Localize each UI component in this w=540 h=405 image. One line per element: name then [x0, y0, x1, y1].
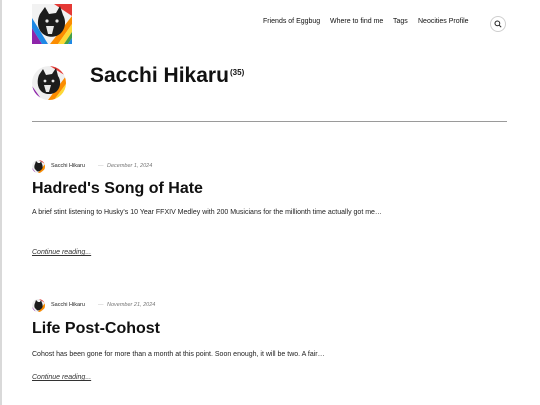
meta-separator: — [98, 302, 104, 308]
post-count: (35) [230, 68, 245, 77]
author-title: Sacchi Hikaru [90, 64, 229, 87]
search-button[interactable] [490, 16, 506, 32]
primary-nav: Friends of Eggbug Where to find me Tags … [0, 18, 540, 32]
post-date[interactable]: December 1, 2024 [107, 163, 152, 169]
page-edge [0, 0, 2, 405]
post-title[interactable]: Hadred's Song of Hate [32, 180, 203, 198]
search-icon [494, 20, 502, 28]
nav-friends-of-eggbug[interactable]: Friends of Eggbug [263, 18, 320, 25]
continue-reading-link[interactable]: Continue reading... [32, 249, 91, 256]
meta-separator: — [98, 163, 104, 169]
author-avatar [32, 66, 66, 100]
header-divider [32, 121, 507, 122]
post-title[interactable]: Life Post-Cohost [32, 320, 160, 338]
post-author-link[interactable]: Sacchi Hikaru [51, 302, 85, 308]
post-author-avatar [32, 160, 45, 173]
nav-where-to-find-me[interactable]: Where to find me [330, 18, 383, 25]
post-date[interactable]: November 21, 2024 [107, 302, 155, 308]
nav-tags[interactable]: Tags [393, 18, 408, 25]
post-excerpt: A brief stint listening to Husky's 10 Ye… [32, 209, 382, 216]
continue-reading-link[interactable]: Continue reading... [32, 374, 91, 381]
post-author-link[interactable]: Sacchi Hikaru [51, 163, 85, 169]
post-excerpt: Cohost has been gone for more than a mon… [32, 351, 325, 358]
nav-neocities-profile[interactable]: Neocities Profile [418, 18, 469, 25]
post-author-avatar [32, 299, 45, 312]
